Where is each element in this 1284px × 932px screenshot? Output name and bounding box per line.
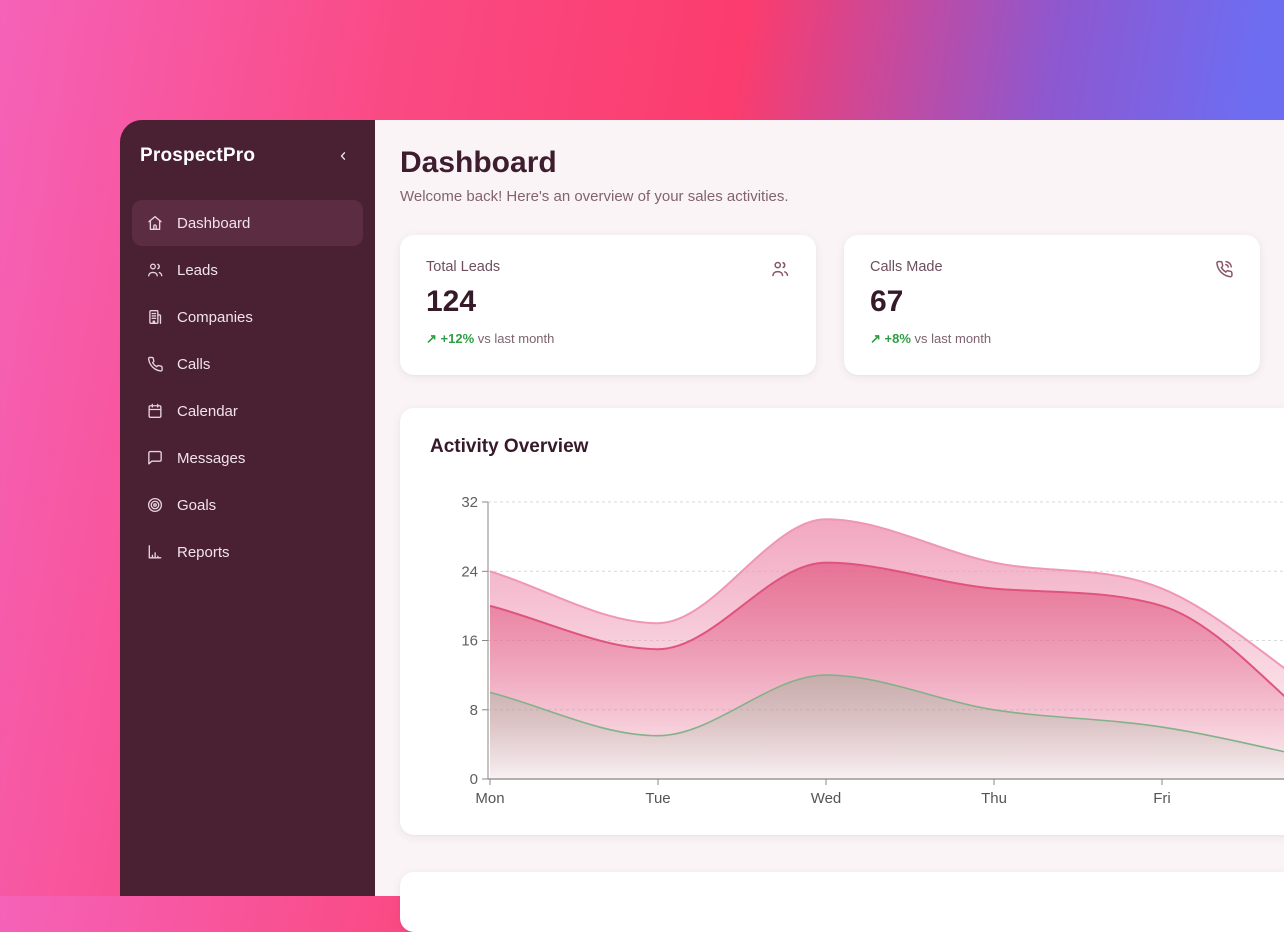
main-content: Dashboard Welcome back! Here's an overvi…: [375, 120, 1284, 896]
svg-text:Mon: Mon: [475, 790, 504, 807]
sidebar-header: ProspectPro: [132, 144, 363, 168]
svg-text:24: 24: [461, 563, 478, 580]
sidebar-item-calls[interactable]: Calls: [132, 341, 363, 387]
sidebar-item-goals[interactable]: Goals: [132, 482, 363, 528]
sidebar-item-label: Calendar: [177, 403, 238, 420]
sidebar-item-label: Reports: [177, 544, 230, 561]
stat-delta-percent: +12%: [441, 331, 475, 346]
stat-value: 124: [426, 285, 790, 319]
chevron-left-icon: [336, 149, 350, 163]
page-title: Dashboard: [400, 146, 1284, 180]
sidebar-item-label: Calls: [177, 356, 210, 373]
users-icon: [770, 259, 790, 279]
phone-call-icon: [1214, 259, 1234, 279]
next-section-card: [400, 872, 1284, 932]
home-icon: [146, 214, 164, 232]
sidebar-item-label: Messages: [177, 450, 245, 467]
sidebar-item-companies[interactable]: Companies: [132, 294, 363, 340]
stat-label: Total Leads: [426, 259, 500, 275]
sidebar-nav: Dashboard Leads Companies Calls Calendar Mess…: [132, 200, 363, 575]
stat-label: Calls Made: [870, 259, 943, 275]
svg-text:Fri: Fri: [1153, 790, 1171, 807]
sidebar: ProspectPro Dashboard Leads Companies Calls…: [120, 120, 375, 896]
activity-chart: 08162432MonTueWedThuFriSat: [400, 480, 1284, 820]
users-icon: [146, 261, 164, 279]
stat-value: 67: [870, 285, 1234, 319]
sidebar-collapse-button[interactable]: [331, 144, 355, 168]
stat-card-total-leads: Total Leads 124 ↗ +12% vs last month: [400, 235, 816, 375]
message-icon: [146, 449, 164, 467]
bar-chart-icon: [146, 543, 164, 561]
stat-delta-text: vs last month: [915, 331, 992, 346]
stat-delta-percent: +8%: [885, 331, 911, 346]
stat-card-calls-made: Calls Made 67 ↗ +8% vs last month: [844, 235, 1260, 375]
calendar-icon: [146, 402, 164, 420]
svg-text:0: 0: [470, 771, 478, 788]
target-icon: [146, 496, 164, 514]
svg-text:16: 16: [461, 633, 478, 650]
stats-grid: Total Leads124↗ +12% vs last monthCalls …: [400, 235, 1284, 375]
app-title: ProspectPro: [140, 145, 255, 167]
svg-text:Wed: Wed: [811, 790, 842, 807]
phone-icon: [146, 355, 164, 373]
sidebar-item-label: Leads: [177, 262, 218, 279]
stat-delta: ↗ +12% vs last month: [426, 331, 790, 347]
chart-title: Activity Overview: [430, 436, 588, 458]
sidebar-item-reports[interactable]: Reports: [132, 529, 363, 575]
sidebar-item-dashboard[interactable]: Dashboard: [132, 200, 363, 246]
activity-overview-card: Activity Overview 0 8 16 24 32 Mon Tue Wed Thu Fr…: [400, 408, 1284, 835]
svg-text:Tue: Tue: [645, 790, 670, 807]
svg-text:Thu: Thu: [981, 790, 1007, 807]
sidebar-item-label: Goals: [177, 497, 216, 514]
trend-up-icon: ↗: [426, 331, 437, 346]
sidebar-item-label: Companies: [177, 309, 253, 326]
trend-up-icon: ↗: [870, 331, 881, 346]
building-icon: [146, 308, 164, 326]
stat-delta: ↗ +8% vs last month: [870, 331, 1234, 347]
stat-delta-text: vs last month: [478, 331, 555, 346]
sidebar-item-label: Dashboard: [177, 215, 250, 232]
sidebar-item-calendar[interactable]: Calendar: [132, 388, 363, 434]
sidebar-item-leads[interactable]: Leads: [132, 247, 363, 293]
svg-text:8: 8: [470, 702, 478, 719]
sidebar-item-messages[interactable]: Messages: [132, 435, 363, 481]
svg-text:32: 32: [461, 494, 478, 511]
page-subtitle: Welcome back! Here's an overview of your…: [400, 188, 1284, 205]
